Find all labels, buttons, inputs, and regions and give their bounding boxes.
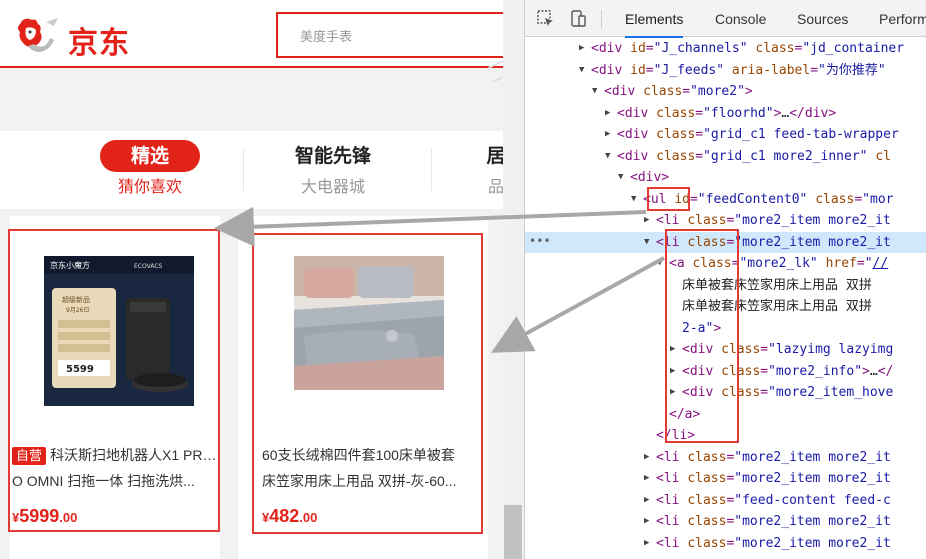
tab-console[interactable]: Console [715,0,766,37]
dom-node-code: <div class="grid_c1 feed-tab-wrapper [617,127,899,142]
page-scrollbar-track[interactable] [503,0,524,559]
highlight-box-ul-tag [647,187,690,211]
expand-triangle-open-icon[interactable]: ▼ [605,146,615,167]
dom-node-row[interactable]: ▼ <div class="grid_c1 more2_inner" cl [525,146,926,168]
expand-triangle-closed-icon[interactable]: ▶ [644,468,654,489]
expand-triangle-closed-icon[interactable]: ▶ [644,210,654,231]
feed-tabs: 精选 猜你喜欢 智能先锋 大电器城 居 品 [0,131,503,209]
dom-node-row[interactable]: ▼ <div> [525,167,926,189]
toolbar-separator [601,10,602,28]
tab-divider [431,149,432,191]
dom-node-code: <div id="J_channels" class="jd_container [591,41,905,56]
dom-node-code: <li class="feed-content feed-c [656,492,891,508]
dom-node-code: <li class="more2_item more2_it [656,535,891,551]
device-toolbar-icon[interactable] [569,10,587,28]
dom-node-code: <div class="grid_c1 more2_inner" cl [617,148,891,164]
dom-node-code: <div> [630,170,670,185]
dom-node-row[interactable]: ▶ <li class="more2_item more2_it [525,533,926,555]
dom-node-row[interactable]: ▶ <div class="floorhd">…</div> [525,103,926,125]
expand-triangle-open-icon[interactable]: ▼ [618,167,628,188]
screenshot-root: 京东 美度手表 精选 猜你喜欢 智能先锋 大电器城 居 品 京东小魔方 ECOV… [0,0,926,559]
tab-subtitle: 猜你喜欢 [117,177,182,196]
dom-node-code: <li class="more2_item more2_it [656,514,891,529]
search-box[interactable]: 美度手表 [276,12,503,58]
expand-triangle-closed-icon[interactable]: ▶ [605,103,615,124]
tab-smart-pioneer[interactable]: 智能先锋 大电器城 [268,131,398,209]
search-input[interactable]: 美度手表 [300,26,352,45]
devtools-panel: Elements Console Sources Perform ▶ <div i… [524,0,926,559]
expand-triangle-closed-icon[interactable]: ▶ [579,38,589,59]
tab-divider [243,149,244,191]
expand-triangle-closed-icon[interactable]: ▶ [644,511,654,532]
dom-node-row[interactable]: ▼ <div class="more2"> [525,81,926,103]
jd-dog-mascot-icon [18,18,58,52]
dom-node-code: <div id="J_feeds" aria-label="为你推荐" [591,62,886,78]
tab-performance[interactable]: Perform [879,0,926,37]
highlight-box-li-tags [665,229,739,443]
dom-node-code: <div class="more2"> [604,84,753,99]
tab-title: 居 [486,145,503,167]
dom-node-row[interactable]: ▶ <li class="more2_item more2_it [525,511,926,533]
dom-node-row[interactable]: ▶ <li class="more2_item more2_it [525,447,926,469]
expand-triangle-closed-icon[interactable]: ▶ [644,447,654,468]
decor-stroke [492,75,503,85]
dom-node-row[interactable]: ▶ <li class="more2_item more2_it [525,468,926,490]
logo-text: 京东 [68,26,130,61]
highlight-box-product-1 [8,229,220,532]
tab-subtitle: 品 [487,177,503,196]
tab-elements[interactable]: Elements [625,0,684,38]
expand-triangle-open-icon[interactable]: ▼ [579,60,589,81]
dom-node-row[interactable]: ▼ <div id="J_feeds" aria-label="为你推荐" [525,60,926,82]
tab-subtitle: 大电器城 [300,177,365,196]
dom-node-row[interactable]: ▶ <li class="feed-content feed-c [525,490,926,512]
jd-page: 京东 美度手表 精选 猜你喜欢 智能先锋 大电器城 居 品 京东小魔方 ECOV… [0,0,503,559]
dom-node-row[interactable]: ▶ <div id="J_channels" class="jd_containe… [525,38,926,60]
tab-home[interactable]: 居 品 [476,131,503,209]
highlight-box-product-2 [252,233,483,534]
expand-triangle-closed-icon[interactable]: ▶ [605,124,615,145]
expand-triangle-closed-icon[interactable]: ▶ [644,533,654,554]
expand-triangle-open-icon[interactable]: ▼ [644,232,654,253]
expand-triangle-open-icon[interactable]: ▼ [592,81,602,102]
dom-node-code: <li class="more2_item more2_it [656,213,891,228]
inspect-element-icon[interactable] [537,10,555,28]
dom-node-code: <div class="floorhd">…</div> [617,105,837,121]
page-scrollbar-thumb[interactable] [504,505,522,559]
expand-triangle-open-icon[interactable]: ▼ [631,189,641,210]
tab-jingxuan[interactable]: 精选 猜你喜欢 [100,131,200,209]
expand-triangle-closed-icon[interactable]: ▶ [644,490,654,511]
tab-sources[interactable]: Sources [797,0,848,37]
tab-title: 智能先锋 [294,145,371,167]
jd-logo[interactable]: 京东 [14,12,144,61]
dom-node-code: <li class="more2_item more2_it [656,449,891,465]
dom-node-code: <li class="more2_item more2_it [656,471,891,486]
dom-node-row[interactable]: ▼ <ul id="feedContent0" class="mor [525,189,926,211]
row-ellipsis-menu[interactable]: ••• [529,234,551,248]
devtools-toolbar: Elements Console Sources Perform [525,0,926,38]
site-header: 京东 美度手表 [0,0,503,68]
dom-node-row[interactable]: ▶ <div class="grid_c1 feed-tab-wrapper [525,124,926,146]
tab-title: 精选 [100,140,200,172]
